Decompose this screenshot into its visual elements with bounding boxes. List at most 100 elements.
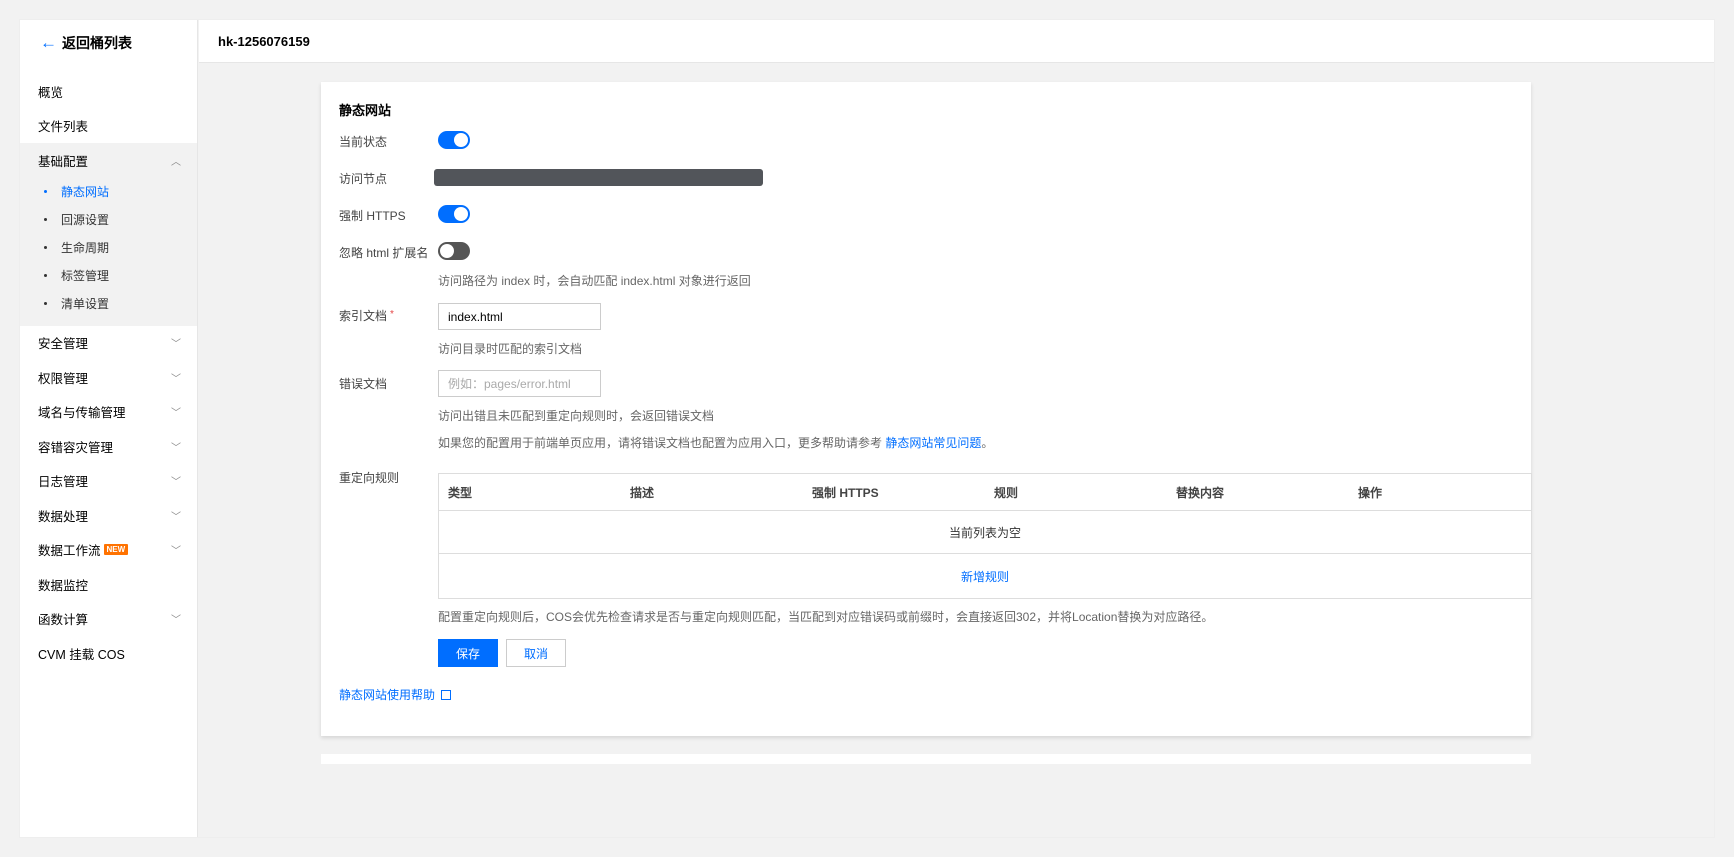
card-title: 静态网站 <box>339 103 392 118</box>
save-button[interactable]: 保存 <box>438 639 498 667</box>
index-doc-label: 索引文档 <box>339 309 388 323</box>
sidebar-item-data-workflow[interactable]: 数据工作流 NEW ﹀ <box>20 533 197 568</box>
column-header: 操作 <box>1358 485 1383 500</box>
bullet-icon <box>44 218 47 221</box>
page-header: hk-1256076159 <box>199 20 1714 63</box>
ignore-ext-help: 访问路径为 index 时，会自动匹配 index.html 对象进行返回 <box>438 274 751 288</box>
sidebar-item-label: 数据处理 <box>38 509 89 524</box>
add-rule-button[interactable]: 新增规则 <box>439 554 1531 598</box>
https-label: 强制 HTTPS <box>339 209 406 223</box>
sidebar-subitem-label: 标签管理 <box>61 269 110 283</box>
help-link-wrap[interactable]: 静态网站使用帮助 <box>339 686 452 703</box>
faq-link[interactable]: 静态网站常见问题 <box>885 436 981 450</box>
column-header: 强制 HTTPS <box>812 485 879 500</box>
sidebar-item-label: 权限管理 <box>38 371 89 386</box>
sidebar-item-basic-config[interactable]: 基础配置 ︿ <box>20 143 197 178</box>
error-doc-help: 访问出错且未匹配到重定向规则时，会返回错误文档 <box>438 409 715 423</box>
bullet-icon <box>44 302 47 305</box>
sidebar-item-label: 概览 <box>38 85 64 100</box>
sidebar-subitem-static-website[interactable]: 静态网站 <box>20 178 197 206</box>
sidebar-item-data-processing[interactable]: 数据处理 ﹀ <box>20 498 197 533</box>
sidebar-item-label: 容错容灾管理 <box>38 440 114 455</box>
bullet-icon <box>44 190 47 193</box>
sidebar-item-function-compute[interactable]: 函数计算 ﹀ <box>20 602 197 637</box>
index-doc-label-wrap: 索引文档 * <box>339 307 394 324</box>
sidebar-item-cvm-mount[interactable]: CVM 挂载 COS <box>20 636 197 671</box>
status-toggle[interactable] <box>438 131 470 149</box>
sidebar-item-file-list[interactable]: 文件列表 <box>20 109 197 144</box>
sidebar-item-label: 域名与传输管理 <box>38 406 126 421</box>
sidebar-subitem-origin[interactable]: 回源设置 <box>20 206 197 234</box>
chevron-down-icon: ﹀ <box>171 477 181 489</box>
sidebar-item-permissions[interactable]: 权限管理 ﹀ <box>20 360 197 395</box>
external-link-icon <box>441 690 452 700</box>
https-toggle[interactable] <box>438 205 470 223</box>
chevron-up-icon: ︿ <box>171 156 181 168</box>
spa-help-text: 如果您的配置用于前端单页应用，请将错误文档也配置为应用入口，更多帮助请参考 <box>438 436 886 450</box>
endpoint-value-redacted <box>434 169 763 186</box>
console-window: ← 返回桶列表 概览 文件列表 基础配置 ︿ 静态网站 回源设置 生命周期 标签… <box>20 20 1714 837</box>
sidebar-subitem-label: 静态网站 <box>61 185 110 199</box>
ignore-ext-label: 忽略 html 扩展名 <box>339 246 429 260</box>
chevron-down-icon: ﹀ <box>171 546 181 558</box>
table-empty-state: 当前列表为空 <box>439 511 1531 554</box>
sidebar-item-label: 安全管理 <box>38 337 89 352</box>
bullet-icon <box>44 246 47 249</box>
sidebar-subitem-label: 生命周期 <box>61 241 110 255</box>
sidebar-item-disaster-recovery[interactable]: 容错容灾管理 ﹀ <box>20 429 197 464</box>
sidebar: ← 返回桶列表 概览 文件列表 基础配置 ︿ 静态网站 回源设置 生命周期 标签… <box>20 20 198 837</box>
chevron-down-icon: ﹀ <box>171 442 181 454</box>
chevron-down-icon: ﹀ <box>171 511 181 523</box>
static-website-card: 静态网站 当前状态 访问节点 强制 HTTPS 忽略 html 扩展名 访问路径… <box>321 82 1532 736</box>
back-label: 返回桶列表 <box>62 35 132 51</box>
bullet-icon <box>44 274 47 277</box>
sidebar-item-label: 函数计算 <box>38 613 89 628</box>
sidebar-subitem-label: 回源设置 <box>61 213 110 227</box>
cancel-button[interactable]: 取消 <box>506 639 566 667</box>
redirect-label: 重定向规则 <box>339 471 400 485</box>
chevron-down-icon: ﹀ <box>171 373 181 385</box>
redirect-help: 配置重定向规则后，COS会优先检查请求是否与重定向规则匹配，当匹配到对应错误码或… <box>438 610 1214 624</box>
required-mark: * <box>390 309 394 320</box>
endpoint-label: 访问节点 <box>339 172 388 186</box>
spa-help: 如果您的配置用于前端单页应用，请将错误文档也配置为应用入口，更多帮助请参考 静态… <box>438 434 993 451</box>
sidebar-subitem-lifecycle[interactable]: 生命周期 <box>20 234 197 262</box>
sidebar-item-label: CVM 挂载 COS <box>38 647 125 662</box>
table-header-row: 类型 描述 强制 HTTPS 规则 替换内容 操作 <box>439 474 1531 511</box>
bucket-name: hk-1256076159 <box>218 33 310 49</box>
chevron-down-icon: ﹀ <box>171 408 181 420</box>
sidebar-subitem-tags[interactable]: 标签管理 <box>20 262 197 290</box>
usage-help-link[interactable]: 静态网站使用帮助 <box>339 688 435 702</box>
error-doc-input[interactable]: 例如：pages/error.html <box>438 370 601 397</box>
sidebar-item-label: 数据监控 <box>38 578 89 593</box>
sidebar-item-data-monitoring[interactable]: 数据监控 <box>20 567 197 602</box>
sidebar-item-label: 数据工作流 <box>38 544 101 559</box>
index-doc-help: 访问目录时匹配的索引文档 <box>438 342 583 356</box>
sidebar-item-label: 日志管理 <box>38 475 89 490</box>
sidebar-group-basic-config: 基础配置 ︿ 静态网站 回源设置 生命周期 标签管理 清单设置 <box>20 143 197 326</box>
new-badge: NEW <box>103 544 129 556</box>
index-doc-input[interactable]: index.html <box>438 303 601 330</box>
chevron-down-icon: ﹀ <box>171 615 181 627</box>
redirect-rules-table: 类型 描述 强制 HTTPS 规则 替换内容 操作 当前列表为空 新增规则 <box>438 473 1532 599</box>
column-header: 规则 <box>994 485 1019 500</box>
error-doc-label: 错误文档 <box>339 377 388 391</box>
sidebar-item-label: 文件列表 <box>38 120 89 135</box>
next-card-edge <box>321 754 1531 764</box>
column-header: 描述 <box>630 485 655 500</box>
sidebar-subitem-inventory[interactable]: 清单设置 <box>20 290 197 318</box>
column-header: 类型 <box>448 485 473 500</box>
sidebar-item-label: 基础配置 <box>38 154 89 169</box>
sidebar-item-domain-transfer[interactable]: 域名与传输管理 ﹀ <box>20 395 197 430</box>
chevron-down-icon: ﹀ <box>171 339 181 351</box>
sidebar-item-label-wrap: 数据工作流 NEW <box>38 540 129 559</box>
arrow-left-icon: ← <box>40 33 57 52</box>
ignore-ext-toggle[interactable] <box>438 242 470 260</box>
spa-help-suffix: 。 <box>981 436 994 450</box>
sidebar-item-security[interactable]: 安全管理 ﹀ <box>20 326 197 361</box>
sidebar-item-overview[interactable]: 概览 <box>20 74 197 109</box>
back-to-bucket-list[interactable]: ← 返回桶列表 <box>20 20 197 66</box>
status-label: 当前状态 <box>339 135 388 149</box>
column-header: 替换内容 <box>1176 485 1225 500</box>
sidebar-item-logs[interactable]: 日志管理 ﹀ <box>20 464 197 499</box>
